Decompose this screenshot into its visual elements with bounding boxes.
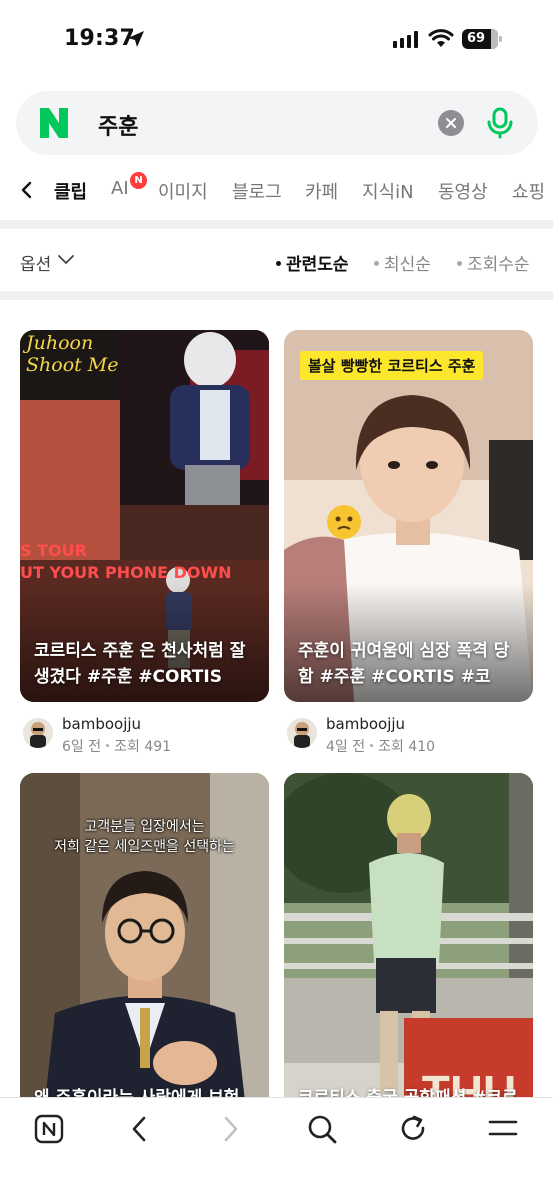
tab-image[interactable]: 이미지 [158,178,208,204]
search-query[interactable]: 주훈 [98,109,138,141]
status-bar: 19:37 69 [0,0,553,80]
back-icon[interactable] [122,1112,156,1146]
clip-thumbnail[interactable]: Juhoon Shoot Me S TOUR UT YOUR PHONE DOW… [20,330,269,702]
author-name[interactable]: bamboojju [62,715,141,733]
sort-label: 최신순 [384,255,431,275]
overlay-text-1: Juhoon Shoot Me [26,332,119,376]
search-icon[interactable] [305,1112,339,1146]
tab-kin[interactable]: 지식iN [362,178,414,204]
search-tabs: 클립 AI N 이미지 블로그 카페 지식iN 동영상 쇼핑 [0,168,553,214]
tab-scroll-back-icon[interactable] [20,180,34,200]
search-bar[interactable]: 주훈 [16,91,538,155]
tab-blog[interactable]: 블로그 [232,178,282,204]
battery-icon: 69 [462,29,502,49]
clip-stats: 6일 전 조회 491 [62,736,171,756]
clip-age: 6일 전 [62,739,102,755]
signal-icon [393,30,418,48]
forward-icon[interactable] [214,1112,248,1146]
overlay-line: Shoot Me [26,354,119,376]
sort-label: 조회수순 [467,255,530,275]
overlay-line: UT YOUR PHONE DOWN [20,563,232,582]
clip-views: 조회 491 [114,739,172,755]
clip-age: 4일 전 [326,739,366,755]
status-time: 19:37 [64,26,136,51]
tab-ai[interactable]: AI N [111,172,147,199]
chevron-down-icon[interactable] [58,255,74,265]
sort-label: 관련도순 [286,255,349,275]
mic-icon[interactable] [485,107,515,139]
clip-caption[interactable]: 주훈이 귀여움에 심장 폭격 당함 #주훈 #CORTIS #코르... [298,638,521,690]
overlay-title: 볼살 빵빵한 코르티스 주훈 [300,351,484,380]
wifi-icon [428,29,454,47]
options-row: 옵션 관련도순 최신순 조회수순 [0,233,553,291]
author-name[interactable]: bamboojju [326,715,405,733]
tab-video[interactable]: 동영상 [438,178,488,204]
clip-thumbnail[interactable]: THU 코르티스 출국 공항패션 #코르 [284,773,533,1145]
tab-ai-label: AI [111,178,129,199]
clip-stats: 4일 전 조회 410 [326,736,435,756]
overlay-line: S TOUR [20,541,87,560]
overlay-line: Juhoon [26,332,94,354]
menu-icon[interactable] [486,1112,520,1146]
sort-relevance[interactable]: 관련도순 [276,250,349,275]
location-arrow-icon [128,31,144,47]
clip-views: 조회 410 [378,739,436,755]
overlay-text: 고객분들 입장에서는 저희 같은 세일즈맨을 선택하는 [20,817,269,857]
refresh-icon[interactable] [396,1112,430,1146]
clip-meta: bamboojju 6일 전 조회 491 [20,712,269,762]
sort-views[interactable]: 조회수순 [457,250,530,275]
battery-level: 69 [467,31,486,46]
avatar[interactable] [23,718,53,748]
divider [0,291,553,300]
clip-caption[interactable]: 코르티스 주훈 은 천사처럼 잘 생겼다 #주훈 #CORTIS #... [34,638,257,690]
naver-logo-icon[interactable] [40,108,68,138]
sort-latest[interactable]: 최신순 [374,250,431,275]
naver-home-icon[interactable] [32,1112,66,1146]
clip-thumbnail[interactable]: 고객분들 입장에서는 저희 같은 세일즈맨을 선택하는 왜 주훈이라는 사람에게… [20,773,269,1145]
tab-cafe[interactable]: 카페 [305,178,338,204]
tab-shopping[interactable]: 쇼핑 [512,178,545,204]
overlay-line: 고객분들 입장에서는 [84,819,205,835]
overlay-line: 저희 같은 세일즈맨을 선택하는 [54,839,235,855]
bottom-nav [0,1097,553,1200]
new-badge: N [130,172,147,189]
tab-clip[interactable]: 클립 [54,178,87,204]
divider [0,220,553,229]
clip-meta: bamboojju 4일 전 조회 410 [284,712,533,762]
avatar[interactable] [287,718,317,748]
options-button[interactable]: 옵션 [20,250,51,275]
overlay-text-2: S TOUR UT YOUR PHONE DOWN [20,540,232,584]
clip-thumbnail[interactable]: 볼살 빵빵한 코르티스 주훈 주훈이 귀여움에 심장 폭격 당함 #주훈 #CO… [284,330,533,702]
clear-icon[interactable] [438,110,464,136]
